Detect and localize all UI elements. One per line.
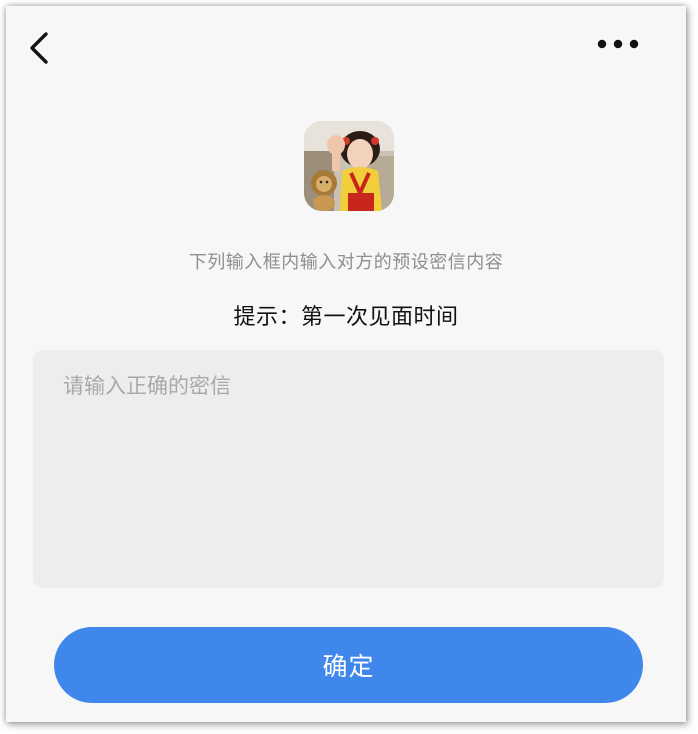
more-dots-icon <box>597 39 639 49</box>
avatar <box>304 121 394 211</box>
chevron-left-icon <box>30 32 48 64</box>
instruction-text: 下列输入框内输入对方的预设密信内容 <box>188 252 504 273</box>
secret-input[interactable] <box>33 350 664 588</box>
more-button[interactable] <box>594 32 642 56</box>
hint-text: 提示：第一次见面时间 <box>233 305 459 330</box>
confirm-button[interactable]: 确定 <box>54 627 643 703</box>
confirm-button-label: 确定 <box>322 652 375 681</box>
back-button[interactable] <box>26 28 56 68</box>
app-screen: 下列输入框内输入对方的预设密信内容 提示：第一次见面时间 确定 <box>6 6 686 722</box>
avatar-photo <box>304 121 394 211</box>
